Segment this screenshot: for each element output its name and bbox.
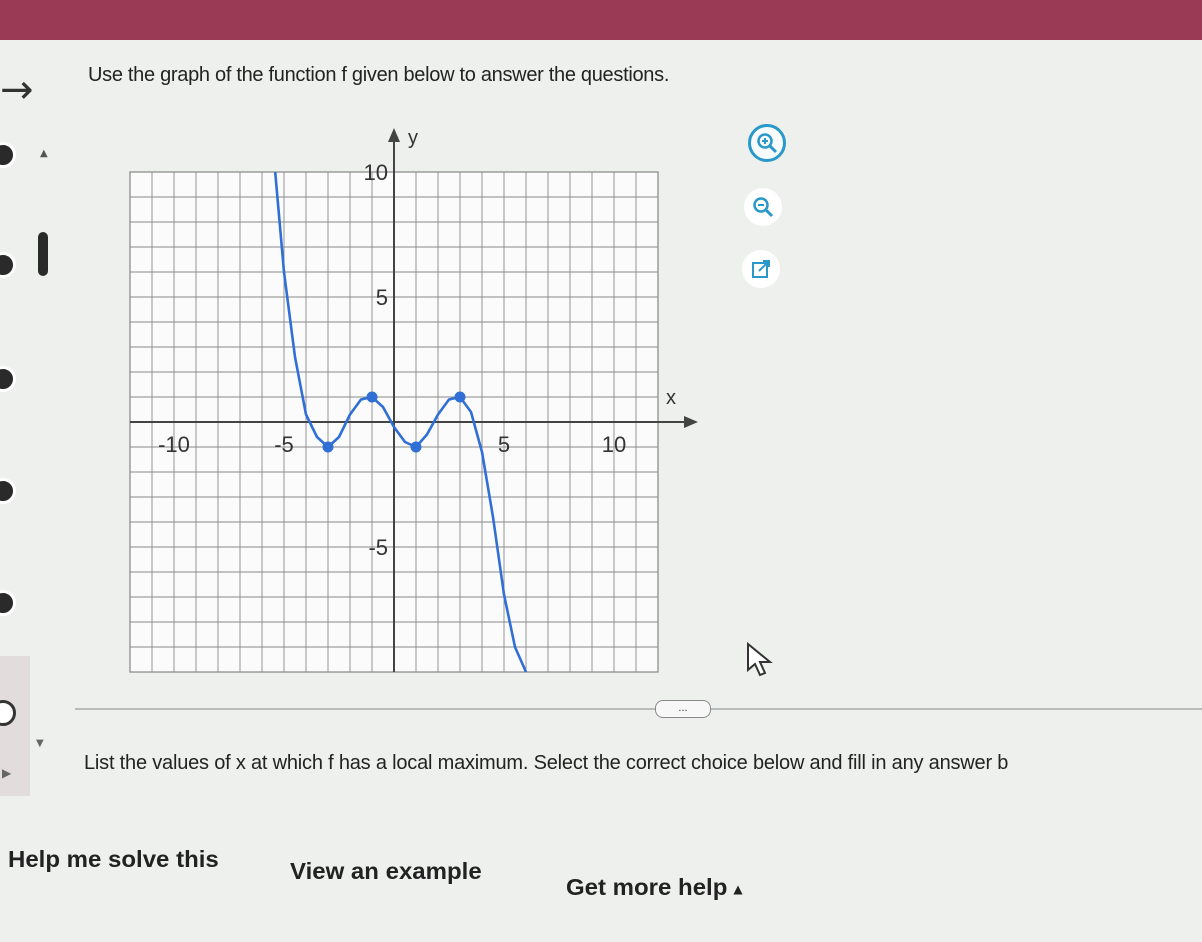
x-axis-arrowhead — [684, 416, 698, 428]
section-divider: ... — [75, 698, 1202, 718]
get-more-help-button[interactable]: Get more help ▲ — [566, 874, 743, 901]
function-graph: x y -10 -5 5 10 10 5 -5 — [129, 127, 698, 673]
help-me-solve-button[interactable]: Help me solve this — [8, 846, 219, 873]
scroll-marker — [38, 232, 48, 276]
zoom-out-button[interactable] — [744, 188, 782, 226]
curve-point — [410, 441, 422, 453]
x-tick-label: -10 — [158, 432, 190, 457]
x-tick-label: 5 — [498, 432, 510, 457]
y-tick-label: 10 — [364, 160, 388, 185]
back-arrow-icon[interactable]: → — [0, 70, 34, 110]
expand-triangle-icon[interactable]: ▼ — [36, 738, 44, 749]
curve-point — [366, 391, 378, 403]
get-more-help-label: Get more help — [566, 874, 728, 901]
caret-up-icon: ▲ — [733, 881, 743, 896]
x-tick-label: 10 — [602, 432, 626, 457]
popout-button[interactable] — [742, 250, 780, 288]
y-axis-label: y — [408, 127, 418, 149]
y-axis-arrowhead — [388, 128, 400, 142]
x-tick-label: -5 — [274, 432, 294, 457]
view-example-button[interactable]: View an example — [290, 858, 482, 885]
expand-ellipsis-button[interactable]: ... — [655, 700, 711, 718]
divider-line — [75, 708, 1202, 710]
curve-point — [322, 441, 334, 453]
collapse-triangle-icon[interactable]: ▲ — [40, 148, 48, 159]
play-triangle-icon[interactable]: ▶ — [2, 766, 11, 780]
x-axis-label: x — [666, 387, 676, 409]
top-bar — [0, 0, 1202, 40]
y-tick-label: 5 — [376, 285, 388, 310]
zoom-out-icon — [753, 197, 774, 218]
curve-point — [454, 391, 466, 403]
zoom-in-icon — [757, 133, 778, 154]
zoom-in-button[interactable] — [748, 124, 786, 162]
external-window-icon — [752, 260, 770, 278]
y-tick-label: -5 — [368, 535, 388, 560]
question-text: List the values of x at which f has a lo… — [84, 752, 1009, 774]
mouse-cursor-icon — [747, 642, 773, 677]
question-prompt: Use the graph of the function f given be… — [88, 64, 670, 86]
